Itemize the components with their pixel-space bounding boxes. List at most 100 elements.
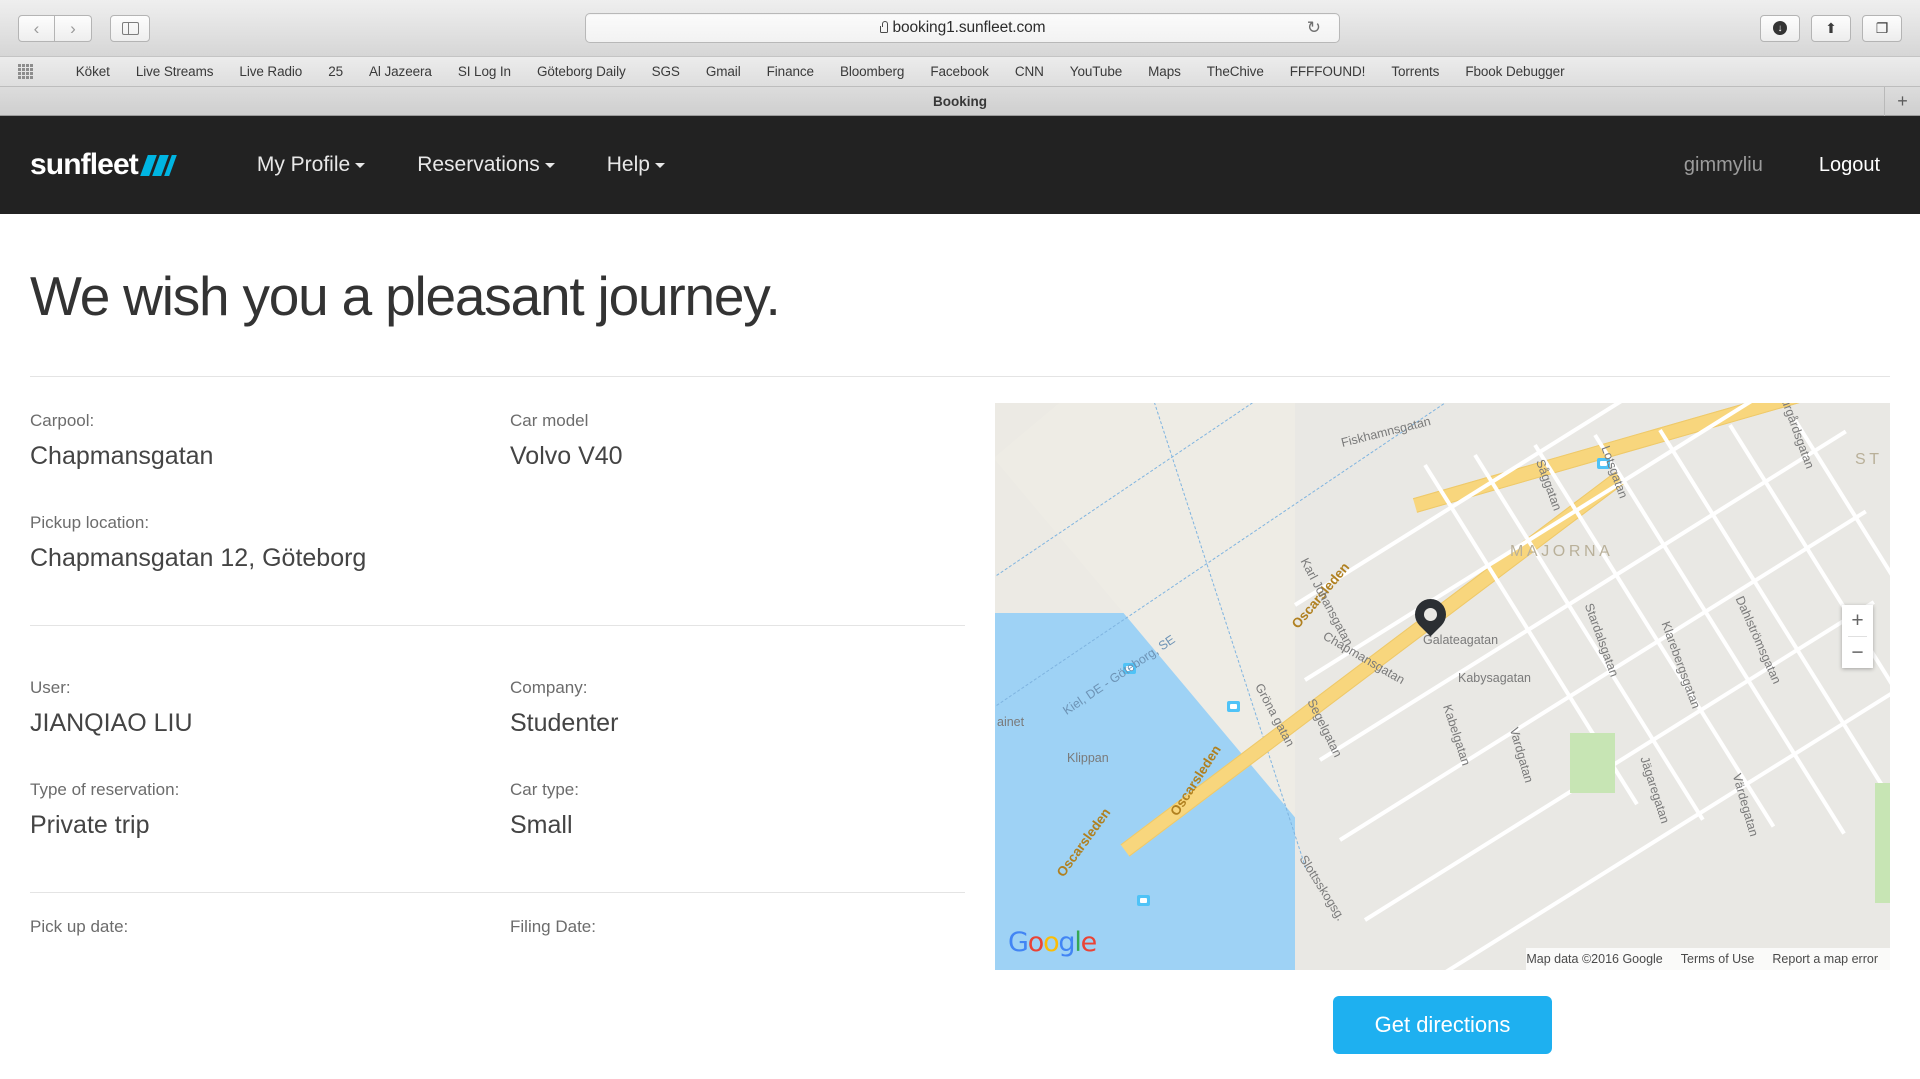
bookmark-item[interactable]: Finance <box>754 64 827 79</box>
bookmark-item[interactable]: YouTube <box>1057 64 1135 79</box>
field-user: User: JIANQIAO LIU <box>30 678 510 738</box>
google-letter: G <box>1008 927 1029 958</box>
nav-item-my-profile[interactable]: My Profile <box>231 153 391 177</box>
field-carpool: Carpool: Chapmansgatan <box>30 411 510 471</box>
sunfleet-logo[interactable]: sunfleet <box>30 148 177 182</box>
share-button[interactable]: ⬆ <box>1811 14 1851 42</box>
map-poi-icon[interactable] <box>1137 895 1150 906</box>
map-label-kabysagatan: Kabysagatan <box>1458 671 1531 685</box>
field-type-of-reservation-value: Private trip <box>30 811 150 839</box>
bookmark-item[interactable]: FFFFOUND! <box>1277 64 1379 79</box>
field-grid-bottom: User: JIANQIAO LIU Company: Studenter Ty… <box>30 678 965 840</box>
back-button[interactable]: ‹ <box>18 14 55 42</box>
new-tab-button[interactable]: + <box>1884 87 1920 116</box>
bookmark-item[interactable]: Live Streams <box>123 64 227 79</box>
bookmark-item[interactable]: SGS <box>639 64 693 79</box>
google-letter: e <box>1080 927 1098 958</box>
field-car-model-label: Car model <box>510 411 589 430</box>
downloads-button[interactable]: ↓ <box>1760 14 1800 42</box>
google-letter: o <box>1043 927 1060 958</box>
logout-button[interactable]: Logout <box>1791 154 1890 177</box>
url-text: booking1.sunfleet.com <box>892 19 1046 36</box>
apps-grid-icon[interactable] <box>18 64 33 79</box>
get-directions-button[interactable]: Get directions <box>1332 996 1553 1054</box>
reload-icon[interactable]: ↻ <box>1307 18 1321 38</box>
bookmark-item[interactable]: Maps <box>1135 64 1194 79</box>
download-icon: ↓ <box>1773 21 1787 35</box>
tab-booking[interactable]: Booking <box>0 94 1920 109</box>
field-pick-up-date-label: Pick up date: <box>30 917 129 936</box>
map-park <box>1570 733 1615 793</box>
back-icon: ‹ <box>33 18 40 38</box>
location-map[interactable]: Kiel, DE - Göteborg, SE Oscarsleden Osca… <box>995 403 1890 970</box>
field-carpool-value: Chapmansgatan <box>30 442 214 470</box>
share-icon: ⬆ <box>1825 19 1837 36</box>
map-zoom-controls: + − <box>1842 605 1873 668</box>
nav-item-reservations[interactable]: Reservations <box>391 153 581 177</box>
map-poi-icon[interactable] <box>1227 701 1240 712</box>
field-pickup-location-value: Chapmansgatan 12, Göteborg <box>30 544 367 572</box>
map-zoom-in-button[interactable]: + <box>1842 605 1873 636</box>
show-tabs-button[interactable]: ❐ <box>1862 14 1902 42</box>
nav-buttons: ‹ › <box>18 14 92 42</box>
map-attribution-bar: Map data ©2016 Google Terms of Use Repor… <box>1526 948 1890 970</box>
nav-item-help[interactable]: Help <box>581 153 691 177</box>
logo-slashes-icon <box>140 154 177 176</box>
site-navbar: sunfleet My Profile Reservations Help gi… <box>0 116 1920 214</box>
address-bar[interactable]: booking1.sunfleet.com ↻ <box>585 13 1340 43</box>
terms-of-use-link[interactable]: Terms of Use <box>1681 952 1755 966</box>
browser-chrome: ‹ › booking1.sunfleet.com ↻ ↓ ⬆ ❐ Köket … <box>0 0 1920 116</box>
tabs-icon: ❐ <box>1875 19 1889 36</box>
page-content: We wish you a pleasant journey. Carpool:… <box>0 264 1920 1054</box>
map-park <box>1875 783 1890 903</box>
username-label[interactable]: gimmyliu <box>1656 154 1791 177</box>
sidebar-icon <box>121 21 139 35</box>
map-label-klippan: Klippan <box>1067 751 1109 765</box>
chevron-down-icon <box>654 163 665 168</box>
bookmark-item[interactable]: Gmail <box>693 64 754 79</box>
forward-button[interactable]: › <box>55 14 92 42</box>
field-type-of-reservation-label: Type of reservation: <box>30 780 180 799</box>
bookmark-item[interactable]: Al Jazeera <box>356 64 445 79</box>
directions-wrap: Get directions <box>995 996 1890 1054</box>
bookmark-item[interactable]: TheChive <box>1194 64 1277 79</box>
tab-bar: Booking + <box>0 86 1920 116</box>
field-car-model: Car model Volvo V40 <box>510 411 965 471</box>
nav-links: My Profile Reservations Help <box>231 153 691 177</box>
bookmark-item[interactable]: 25 <box>315 64 356 79</box>
bookmark-item[interactable]: Fbook Debugger <box>1452 64 1577 79</box>
bookmark-item[interactable]: CNN <box>1002 64 1057 79</box>
field-company-value: Studenter <box>510 709 619 737</box>
field-user-value: JIANQIAO LIU <box>30 709 193 737</box>
chevron-down-icon <box>355 163 366 168</box>
bookmark-item[interactable]: Torrents <box>1378 64 1452 79</box>
field-company: Company: Studenter <box>510 678 965 738</box>
field-user-label: User: <box>30 678 71 697</box>
bookmark-item[interactable]: Köket <box>63 64 123 79</box>
google-logo: Google <box>1008 927 1098 958</box>
toolbar-right-group: ↓ ⬆ ❐ <box>1760 14 1902 42</box>
map-column: Kiel, DE - Göteborg, SE Oscarsleden Osca… <box>995 377 1890 1054</box>
field-car-type: Car type: Small <box>510 780 965 840</box>
bookmark-item[interactable]: Bloomberg <box>827 64 917 79</box>
bookmark-item[interactable]: SI Log In <box>445 64 524 79</box>
location-pin-icon[interactable] <box>1408 592 1453 641</box>
map-label-majorna: MAJORNA <box>1510 543 1614 560</box>
report-map-error-link[interactable]: Report a map error <box>1772 952 1878 966</box>
google-letter: o <box>1027 927 1045 958</box>
map-data-copyright: Map data ©2016 Google <box>1526 952 1663 966</box>
field-carpool-label: Carpool: <box>30 411 95 430</box>
sidebar-toggle-button[interactable] <box>110 14 150 42</box>
map-zoom-out-button[interactable]: − <box>1842 637 1873 668</box>
forward-icon: › <box>70 18 76 38</box>
field-type-of-reservation: Type of reservation: Private trip <box>30 780 510 840</box>
bookmark-item[interactable]: Facebook <box>917 64 1002 79</box>
map-label-st: ST <box>1855 451 1883 468</box>
bookmarks-bar: Köket Live Streams Live Radio 25 Al Jaze… <box>0 56 1920 86</box>
field-car-type-label: Car type: <box>510 780 579 799</box>
bookmark-item[interactable]: Live Radio <box>226 64 315 79</box>
field-grid-top: Carpool: Chapmansgatan Car model Volvo V… <box>30 411 965 573</box>
bookmark-item[interactable]: Göteborg Daily <box>524 64 639 79</box>
